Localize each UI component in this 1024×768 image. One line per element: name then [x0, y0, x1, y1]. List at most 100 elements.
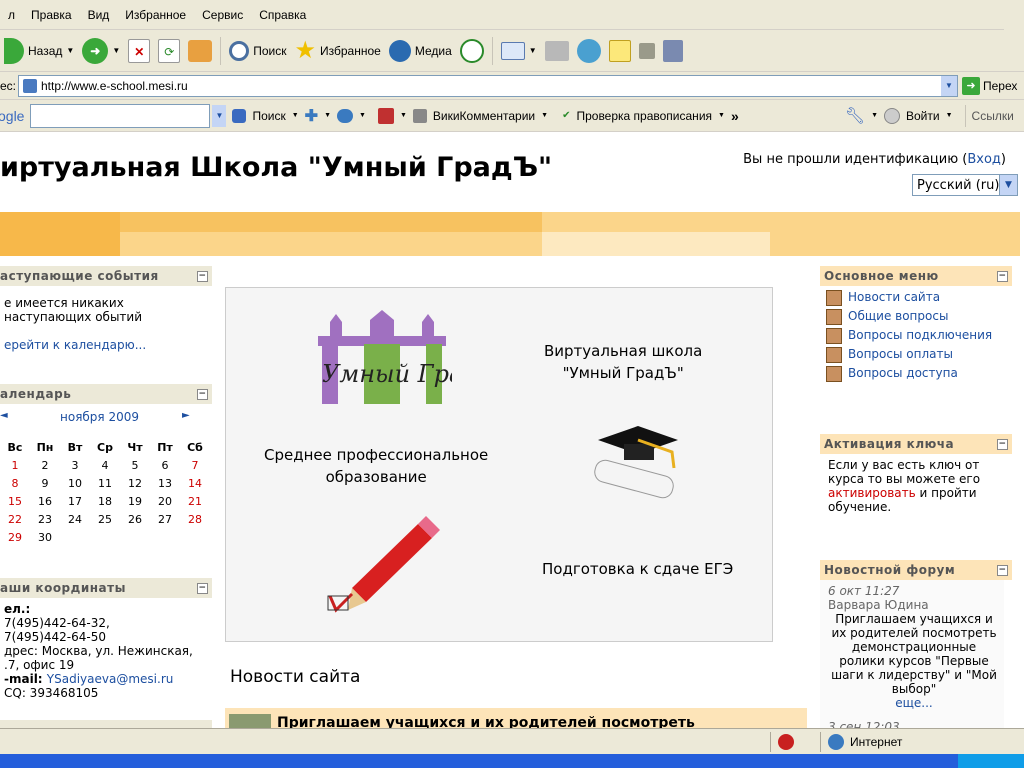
calendar-day[interactable]: 28	[180, 510, 210, 528]
calendar-day[interactable]: 26	[120, 510, 150, 528]
chat-icon[interactable]	[337, 108, 354, 123]
calendar-day[interactable]: 24	[60, 510, 90, 528]
calendar-day[interactable]: 9	[30, 474, 60, 492]
collapse-icon[interactable]: −	[997, 438, 1008, 450]
main-menu-item[interactable]: Новости сайта	[826, 290, 1006, 306]
calendar-day[interactable]: 29	[0, 528, 30, 546]
calendar-day[interactable]: 5	[120, 456, 150, 474]
stop-button[interactable]: ✕	[124, 34, 154, 68]
main-menu-item-label[interactable]: Новости сайта	[848, 290, 940, 306]
calendar-day[interactable]: 8	[0, 474, 30, 492]
collapse-icon[interactable]: −	[997, 270, 1008, 282]
popup-blocker-icon[interactable]	[377, 107, 394, 124]
chevron-down-icon[interactable]: ▼	[871, 112, 878, 119]
calendar-prev-arrow[interactable]: ◄	[0, 410, 8, 421]
main-menu-item-label[interactable]: Вопросы подключения	[848, 328, 992, 344]
home-button[interactable]	[184, 34, 216, 68]
back-button[interactable]: Назад ▼	[0, 34, 78, 68]
history-button[interactable]	[456, 34, 488, 68]
main-menu-item-label[interactable]: Вопросы доступа	[848, 366, 958, 382]
chevron-down-icon[interactable]: ▼	[400, 112, 407, 119]
print-button[interactable]	[541, 34, 573, 68]
collapse-icon[interactable]: −	[197, 270, 208, 282]
calendar-day[interactable]: 7	[180, 456, 210, 474]
calendar-day[interactable]: 12	[120, 474, 150, 492]
activate-link[interactable]: активировать	[828, 486, 916, 500]
calendar-day[interactable]: 2	[30, 456, 60, 474]
calendar-day[interactable]: 4	[90, 456, 120, 474]
main-menu-item[interactable]: Вопросы оплаты	[826, 347, 1006, 363]
google-login-button[interactable]: Войти	[906, 109, 940, 123]
news-post-title[interactable]: Приглашаем учащихся и их родителей посмо…	[277, 716, 797, 728]
wiki-comments-button[interactable]: ВикиКомментарии	[433, 109, 535, 123]
url-input[interactable]: http://www.e-school.mesi.ru ▼	[18, 74, 958, 97]
calendar-day[interactable]: 21	[180, 492, 210, 510]
calendar-day[interactable]: 16	[30, 492, 60, 510]
calendar-day[interactable]: 6	[150, 456, 180, 474]
media-button[interactable]: Медиа	[385, 34, 456, 68]
popup-blocked-icon[interactable]	[778, 734, 794, 750]
calendar-link[interactable]: ерейти к календарю...	[4, 338, 208, 352]
spellcheck-button[interactable]: Проверка правописания	[576, 109, 712, 123]
calendar-day[interactable]: 3	[60, 456, 90, 474]
calendar-day[interactable]: 14	[180, 474, 210, 492]
links-label[interactable]: Ссылки	[972, 109, 1014, 123]
calendar-day[interactable]: 13	[150, 474, 180, 492]
calendar-day[interactable]: 27	[150, 510, 180, 528]
calendar-day[interactable]: 15	[0, 492, 30, 510]
menu-help[interactable]: Справка	[251, 0, 314, 30]
favorites-button[interactable]: ★ Избранное	[291, 34, 385, 68]
dropdown-icon[interactable]: ▼	[212, 104, 227, 127]
notes-button[interactable]	[605, 34, 635, 68]
language-select[interactable]: Русский (ru) ▼	[912, 174, 1018, 196]
calendar-month-link[interactable]: ноября 2009	[60, 410, 139, 424]
more-button[interactable]: »	[731, 108, 739, 124]
go-button[interactable]: ➜ Перех	[962, 76, 1017, 95]
calendar-day[interactable]: 10	[60, 474, 90, 492]
calendar-day[interactable]: 22	[0, 510, 30, 528]
google-search-input[interactable]	[30, 103, 211, 128]
calendar-day[interactable]: 18	[90, 492, 120, 510]
email-link[interactable]: YSadiyaeva@mesi.ru	[47, 672, 174, 686]
chevron-down-icon[interactable]: ▼	[946, 112, 953, 119]
forum-more-link[interactable]: еще...	[895, 696, 933, 710]
calendar-day[interactable]: 17	[60, 492, 90, 510]
mail-button[interactable]: ▼	[497, 34, 541, 68]
collapse-icon[interactable]: −	[197, 388, 208, 400]
menu-tools[interactable]: Сервис	[194, 0, 251, 30]
chevron-down-icon[interactable]: ▼	[541, 112, 548, 119]
calendar-next-arrow[interactable]: ►	[182, 410, 190, 421]
collapse-icon[interactable]: −	[997, 564, 1008, 576]
menu-edit[interactable]: Правка	[23, 0, 80, 30]
forward-button[interactable]: ➜ ▼	[78, 34, 124, 68]
calendar-day[interactable]: 30	[30, 528, 60, 546]
calendar-day[interactable]: 1	[0, 456, 30, 474]
main-menu-item[interactable]: Общие вопросы	[826, 309, 1006, 325]
main-menu-item[interactable]: Вопросы подключения	[826, 328, 1006, 344]
chevron-down-icon[interactable]: ▼	[359, 112, 366, 119]
menu-file[interactable]: л	[0, 0, 23, 30]
calendar-day[interactable]: 11	[90, 474, 120, 492]
chevron-down-icon[interactable]: ▼	[292, 112, 299, 119]
main-menu-item-label[interactable]: Вопросы оплаты	[848, 347, 953, 363]
tool-button[interactable]	[635, 34, 659, 68]
login-link[interactable]: Вход	[967, 152, 1001, 167]
chevron-down-icon[interactable]: ▼	[324, 112, 331, 119]
chevron-down-icon[interactable]: ▼	[941, 75, 957, 96]
search-button[interactable]: Поиск	[225, 34, 290, 68]
refresh-button[interactable]: ⟳	[154, 34, 184, 68]
menu-view[interactable]: Вид	[80, 0, 118, 30]
google-search-button[interactable]: Поиск	[252, 109, 285, 123]
collapse-icon[interactable]: −	[197, 582, 208, 594]
calendar-day[interactable]: 23	[30, 510, 60, 528]
main-menu-item-label[interactable]: Общие вопросы	[848, 309, 948, 325]
research-button[interactable]	[659, 34, 687, 68]
menu-favorites[interactable]: Избранное	[117, 0, 194, 30]
plus-icon[interactable]: ✚	[305, 106, 318, 126]
wrench-icon[interactable]: 🔧︎	[845, 106, 865, 126]
main-menu-item[interactable]: Вопросы доступа	[826, 366, 1006, 382]
calendar-day[interactable]: 20	[150, 492, 180, 510]
calendar-day[interactable]: 19	[120, 492, 150, 510]
calendar-day[interactable]: 25	[90, 510, 120, 528]
chevron-down-icon[interactable]: ▼	[718, 112, 725, 119]
